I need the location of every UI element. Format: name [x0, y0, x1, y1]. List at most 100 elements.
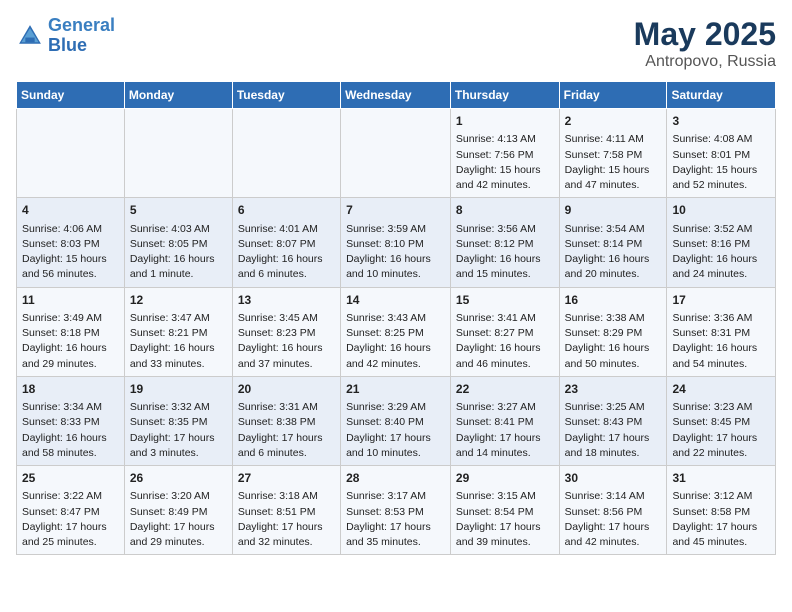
sunset-text: Sunset: 8:21 PM	[130, 326, 227, 341]
table-row: 17Sunrise: 3:36 AMSunset: 8:31 PMDayligh…	[667, 287, 776, 376]
sunrise-text: Sunrise: 3:54 AM	[565, 222, 662, 237]
sunset-text: Sunset: 8:01 PM	[672, 148, 770, 163]
sunrise-text: Sunrise: 3:45 AM	[238, 311, 335, 326]
day-number: 1	[456, 113, 554, 130]
day-number: 28	[346, 470, 445, 487]
sunset-text: Sunset: 8:53 PM	[346, 505, 445, 520]
sunrise-text: Sunrise: 3:56 AM	[456, 222, 554, 237]
day-number: 18	[22, 381, 119, 398]
table-row: 10Sunrise: 3:52 AMSunset: 8:16 PMDayligh…	[667, 198, 776, 287]
sunset-text: Sunset: 8:40 PM	[346, 415, 445, 430]
daylight-text: Daylight: 17 hours and 39 minutes.	[456, 520, 554, 550]
table-row: 29Sunrise: 3:15 AMSunset: 8:54 PMDayligh…	[450, 466, 559, 555]
daylight-text: Daylight: 17 hours and 45 minutes.	[672, 520, 770, 550]
daylight-text: Daylight: 16 hours and 37 minutes.	[238, 341, 335, 371]
table-row: 19Sunrise: 3:32 AMSunset: 8:35 PMDayligh…	[124, 376, 232, 465]
day-number: 16	[565, 292, 662, 309]
sunrise-text: Sunrise: 3:36 AM	[672, 311, 770, 326]
sunset-text: Sunset: 8:07 PM	[238, 237, 335, 252]
sunrise-text: Sunrise: 4:11 AM	[565, 132, 662, 147]
sunrise-text: Sunrise: 4:06 AM	[22, 222, 119, 237]
table-row: 6Sunrise: 4:01 AMSunset: 8:07 PMDaylight…	[232, 198, 340, 287]
sunrise-text: Sunrise: 3:17 AM	[346, 489, 445, 504]
daylight-text: Daylight: 17 hours and 35 minutes.	[346, 520, 445, 550]
table-row: 23Sunrise: 3:25 AMSunset: 8:43 PMDayligh…	[559, 376, 667, 465]
table-row: 18 Sunrise: 3:34 AMSunset: 8:33 PMDayligh…	[17, 376, 125, 465]
col-monday: Monday	[124, 82, 232, 109]
sunrise-text: Sunrise: 3:34 AM	[22, 400, 119, 415]
sunset-text: Sunset: 8:58 PM	[672, 505, 770, 520]
table-row: 5Sunrise: 4:03 AMSunset: 8:05 PMDaylight…	[124, 198, 232, 287]
sunset-text: Sunset: 8:38 PM	[238, 415, 335, 430]
daylight-text: Daylight: 17 hours and 29 minutes.	[130, 520, 227, 550]
daylight-text: Daylight: 16 hours and 58 minutes.	[22, 431, 119, 461]
table-row: 8 Sunrise: 3:56 AMSunset: 8:12 PMDaylight…	[450, 198, 559, 287]
table-row: 11Sunrise: 3:49 AMSunset: 8:18 PMDayligh…	[17, 287, 125, 376]
sunset-text: Sunset: 8:03 PM	[22, 237, 119, 252]
daylight-text: Daylight: 16 hours and 24 minutes.	[672, 252, 770, 282]
table-row: 24Sunrise: 3:23 AMSunset: 8:45 PMDayligh…	[667, 376, 776, 465]
daylight-text: Daylight: 17 hours and 25 minutes.	[22, 520, 119, 550]
sunset-text: Sunset: 8:12 PM	[456, 237, 554, 252]
col-friday: Friday	[559, 82, 667, 109]
day-number: 4	[22, 202, 119, 219]
sunset-text: Sunset: 8:27 PM	[456, 326, 554, 341]
table-row: 21Sunrise: 3:29 AMSunset: 8:40 PMDayligh…	[341, 376, 451, 465]
sunset-text: Sunset: 8:10 PM	[346, 237, 445, 252]
page-header: General Blue May 2025 Antropovo, Russia	[16, 16, 776, 71]
sunrise-text: Sunrise: 3:23 AM	[672, 400, 770, 415]
col-wednesday: Wednesday	[341, 82, 451, 109]
table-row	[232, 109, 340, 198]
table-row: 16Sunrise: 3:38 AMSunset: 8:29 PMDayligh…	[559, 287, 667, 376]
sunset-text: Sunset: 8:45 PM	[672, 415, 770, 430]
sunrise-text: Sunrise: 3:32 AM	[130, 400, 227, 415]
daylight-text: Daylight: 16 hours and 29 minutes.	[22, 341, 119, 371]
day-number: 17	[672, 292, 770, 309]
sunrise-text: Sunrise: 3:12 AM	[672, 489, 770, 504]
table-row: 9Sunrise: 3:54 AMSunset: 8:14 PMDaylight…	[559, 198, 667, 287]
sunset-text: Sunset: 8:25 PM	[346, 326, 445, 341]
sunset-text: Sunset: 7:56 PM	[456, 148, 554, 163]
day-number: 25	[22, 470, 119, 487]
table-row: 30Sunrise: 3:14 AMSunset: 8:56 PMDayligh…	[559, 466, 667, 555]
logo-text: General Blue	[48, 16, 115, 56]
sunset-text: Sunset: 8:41 PM	[456, 415, 554, 430]
sunrise-text: Sunrise: 3:18 AM	[238, 489, 335, 504]
day-number: 3	[672, 113, 770, 130]
day-number: 27	[238, 470, 335, 487]
sunrise-text: Sunrise: 3:22 AM	[22, 489, 119, 504]
daylight-text: Daylight: 16 hours and 10 minutes.	[346, 252, 445, 282]
day-number: 15	[456, 292, 554, 309]
table-row	[341, 109, 451, 198]
daylight-text: Daylight: 16 hours and 15 minutes.	[456, 252, 554, 282]
daylight-text: Daylight: 16 hours and 1 minute.	[130, 252, 227, 282]
day-number: 24	[672, 381, 770, 398]
day-number: 22	[456, 381, 554, 398]
daylight-text: Daylight: 16 hours and 50 minutes.	[565, 341, 662, 371]
sunset-text: Sunset: 8:31 PM	[672, 326, 770, 341]
daylight-text: Daylight: 17 hours and 10 minutes.	[346, 431, 445, 461]
day-number: 29	[456, 470, 554, 487]
sunset-text: Sunset: 8:33 PM	[22, 415, 119, 430]
day-number: 14	[346, 292, 445, 309]
sunset-text: Sunset: 8:47 PM	[22, 505, 119, 520]
table-row: 25 Sunrise: 3:22 AMSunset: 8:47 PMDayligh…	[17, 466, 125, 555]
sunset-text: Sunset: 8:49 PM	[130, 505, 227, 520]
day-number: 5	[130, 202, 227, 219]
daylight-text: Daylight: 17 hours and 6 minutes.	[238, 431, 335, 461]
table-row: 3Sunrise: 4:08 AMSunset: 8:01 PMDaylight…	[667, 109, 776, 198]
table-row: 15Sunrise: 3:41 AMSunset: 8:27 PMDayligh…	[450, 287, 559, 376]
daylight-text: Daylight: 16 hours and 42 minutes.	[346, 341, 445, 371]
table-row: 27Sunrise: 3:18 AMSunset: 8:51 PMDayligh…	[232, 466, 340, 555]
day-number: 8	[456, 202, 554, 219]
day-number: 6	[238, 202, 335, 219]
day-number: 21	[346, 381, 445, 398]
day-number: 7	[346, 202, 445, 219]
sunrise-text: Sunrise: 3:49 AM	[22, 311, 119, 326]
daylight-text: Daylight: 16 hours and 6 minutes.	[238, 252, 335, 282]
daylight-text: Daylight: 15 hours and 42 minutes.	[456, 163, 554, 193]
day-number: 23	[565, 381, 662, 398]
sunset-text: Sunset: 8:23 PM	[238, 326, 335, 341]
daylight-text: Daylight: 16 hours and 33 minutes.	[130, 341, 227, 371]
sunset-text: Sunset: 8:51 PM	[238, 505, 335, 520]
